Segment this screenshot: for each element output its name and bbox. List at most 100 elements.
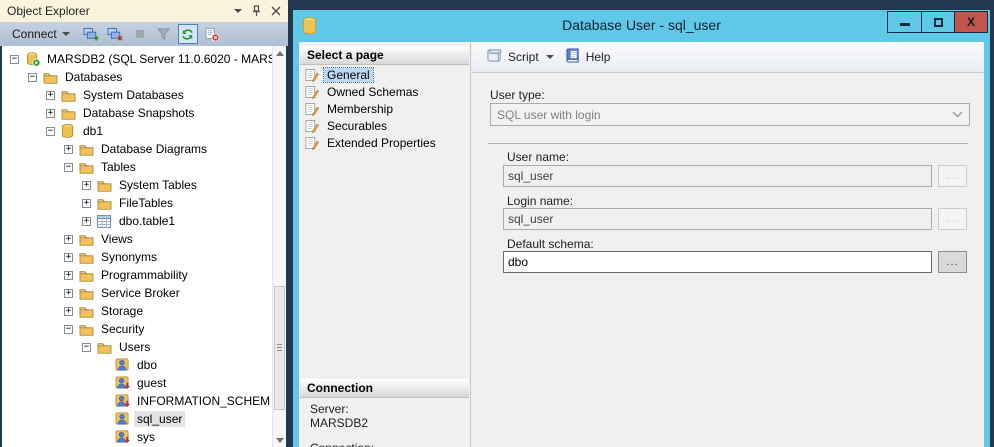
tree-item-security[interactable]: −Security (2, 320, 272, 338)
tree-item-databases[interactable]: −Databases (2, 68, 272, 86)
page-item-membership[interactable]: Membership (299, 100, 470, 117)
expand-icon[interactable]: + (82, 181, 91, 190)
window-position-icon[interactable] (234, 9, 242, 13)
minimize-button[interactable] (888, 12, 921, 32)
page-item-owned-schemas[interactable]: Owned Schemas (299, 83, 470, 100)
dialog-title: Database User - sql_user (293, 17, 990, 33)
default-schema-browse-button[interactable]: ... (938, 251, 967, 273)
tree-item-synonyms[interactable]: +Synonyms (2, 248, 272, 266)
scroll-down-icon[interactable] (273, 433, 286, 447)
expand-icon[interactable]: + (64, 235, 73, 244)
tree-item-programmability[interactable]: + Programmability (2, 266, 272, 284)
page-item-securables[interactable]: Securables (299, 117, 470, 134)
collapse-icon[interactable]: − (64, 325, 73, 334)
expand-icon[interactable]: + (82, 217, 91, 226)
refresh-icon[interactable] (178, 24, 198, 44)
folder-icon (79, 251, 95, 264)
tree-item-system-tables[interactable]: +System Tables (2, 176, 272, 194)
tree-scrollbar[interactable] (272, 46, 286, 447)
expand-icon[interactable]: + (64, 307, 73, 316)
minimize-icon (900, 23, 910, 26)
expand-icon[interactable]: + (64, 271, 73, 280)
table-icon (97, 215, 113, 228)
tree-item-db1[interactable]: − db1 (2, 122, 272, 140)
tree-item-label: dbo.table1 (116, 213, 178, 229)
default-schema-input[interactable] (503, 251, 932, 273)
filter-icon[interactable] (154, 24, 174, 44)
tree-item-storage[interactable]: +Storage (2, 302, 272, 320)
tree-item-service-broker[interactable]: +Service Broker (2, 284, 272, 302)
tree-item-tables[interactable]: −Tables (2, 158, 272, 176)
tree-item-users[interactable]: −Users (2, 338, 272, 356)
object-explorer-titlebar[interactable]: Object Explorer (0, 0, 288, 22)
tree-item-guest[interactable]: guest (2, 374, 272, 392)
close-icon[interactable] (271, 6, 281, 16)
tree-item-marsdb2-sql-server-11-0-6020-marsd[interactable]: −MARSDB2 (SQL Server 11.0.6020 - MARSD (2, 50, 272, 68)
expand-icon[interactable]: + (46, 91, 55, 100)
tree-item-sql-user[interactable]: sql_user (2, 410, 272, 428)
folder-icon (61, 107, 77, 120)
collapse-icon[interactable]: − (64, 163, 73, 172)
user-type-value: SQL user with login (497, 108, 601, 122)
tree-item-system-databases[interactable]: +System Databases (2, 86, 272, 104)
tree-item-dbo-table1[interactable]: + dbo.table1 (2, 212, 272, 230)
scroll-up-icon[interactable] (273, 46, 286, 60)
login-name-browse-button: ... (938, 208, 967, 230)
object-explorer-toolbar: Connect (0, 22, 288, 46)
tree-item-sys[interactable]: sys (2, 428, 272, 446)
user-x-icon (115, 376, 131, 390)
page-item-extended-properties[interactable]: Extended Properties (299, 134, 470, 151)
tree-item-database-snapshots[interactable]: + Database Snapshots (2, 104, 272, 122)
object-explorer-toolbar-icons (82, 24, 222, 44)
folder-icon (61, 89, 77, 102)
folder-icon (97, 179, 113, 192)
expand-icon[interactable]: + (46, 109, 55, 118)
tree-item-label: Database Diagrams (98, 141, 210, 157)
login-name-input (503, 208, 932, 230)
server-label: Server: (310, 402, 349, 416)
tree-item-label: Programmability (98, 267, 191, 283)
help-button[interactable]: Help (562, 46, 614, 68)
connect-button[interactable]: Connect (8, 25, 74, 43)
page-item-label: Owned Schemas (324, 85, 421, 99)
database-icon (61, 124, 77, 138)
tree-item-label: Database Snapshots (80, 105, 197, 121)
user-x-icon (115, 394, 131, 408)
expand-icon[interactable]: + (64, 145, 73, 154)
collapse-icon[interactable]: − (46, 127, 55, 136)
close-button[interactable]: X (954, 12, 987, 32)
script-dropdown-icon[interactable] (546, 55, 554, 59)
tree-item-label: guest (134, 375, 169, 391)
script-button[interactable]: Script (483, 46, 542, 68)
dialog-toolbar: Script Help (472, 42, 984, 73)
maximize-icon (934, 18, 943, 27)
tree-item-label: db1 (80, 123, 106, 139)
tree-item-filetables[interactable]: +FileTables (2, 194, 272, 212)
collapse-icon[interactable]: − (10, 55, 19, 64)
page-item-general[interactable]: General (299, 66, 470, 83)
disconnect-server-icon[interactable] (106, 24, 126, 44)
collapse-icon[interactable]: − (28, 73, 37, 82)
expand-icon[interactable]: + (64, 253, 73, 262)
object-explorer-tree: −MARSDB2 (SQL Server 11.0.6020 - MARSD−D… (2, 46, 286, 447)
maximize-button[interactable] (921, 12, 954, 32)
dialog-titlebar[interactable]: Database User - sql_user X (293, 10, 990, 42)
close-icon: X (967, 15, 975, 29)
page-item-label: General (324, 68, 373, 82)
script-error-icon[interactable] (202, 24, 222, 44)
tree-item-database-diagrams[interactable]: + Database Diagrams (2, 140, 272, 158)
tree-item-information-schem[interactable]: INFORMATION_SCHEM (2, 392, 272, 410)
chevron-down-icon (952, 111, 963, 118)
tree-item-views[interactable]: +Views (2, 230, 272, 248)
collapse-icon[interactable]: − (82, 343, 91, 352)
tree-item-dbo[interactable]: dbo (2, 356, 272, 374)
expand-icon[interactable]: + (64, 289, 73, 298)
scrollbar-thumb[interactable] (274, 286, 285, 410)
connect-server-icon[interactable] (82, 24, 102, 44)
window-buttons: X (887, 11, 988, 33)
expand-icon[interactable]: + (82, 199, 91, 208)
pin-icon[interactable] (251, 5, 262, 17)
login-name-label: Login name: (507, 194, 573, 208)
folder-icon (79, 233, 95, 246)
page-pencil-icon (304, 85, 320, 99)
